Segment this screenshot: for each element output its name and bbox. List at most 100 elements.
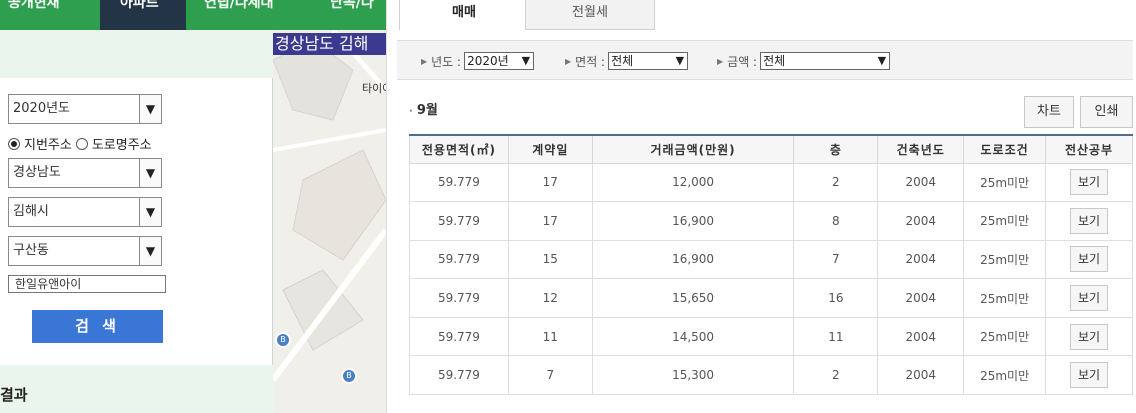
table-cell: 17 [507,162,593,203]
filter-area-select[interactable]: 전체 ▼ [608,52,689,70]
table-cell: 보기 [1045,355,1133,396]
bus-stop-icon[interactable]: B [341,368,357,384]
triangle-bullet-icon: ▶ [717,56,724,66]
table-header-row: 전용면적(㎡) 계약일 거래금액(만원) 층 건축년도 도로조건 전산공부 [409,134,1133,164]
table-cell: 59.779 [409,239,509,280]
table-cell: 25m미만 [963,239,1047,280]
view-registry-button[interactable]: 보기 [1070,169,1109,196]
bullet-icon: · [409,106,413,117]
table-cell: 보기 [1045,239,1133,280]
col-header-contract-day: 계약일 [507,134,593,164]
table-cell: 16,900 [591,239,795,280]
table-row: 59.779 17 16,900 8 2004 25m미만 보기 [409,201,1133,241]
radio-jibun-label: 지번주소 [24,138,72,153]
table-cell: 59.779 [409,355,509,396]
chevron-down-icon: ▼ [139,95,161,123]
table-cell: 8 [793,201,879,241]
view-registry-button[interactable]: 보기 [1070,323,1109,350]
table-cell: 15,650 [591,278,795,318]
table-cell: 2 [793,355,879,396]
app-root: 공개현재 아파트 연립/다세대 단독/다 2020년도 ▼ 지번주소 도로명주소… [0,0,1136,413]
radio-road-label: 도로명주소 [91,138,152,153]
radio-road[interactable] [75,137,88,150]
table-cell: 25m미만 [963,316,1047,357]
table-cell: 59.779 [409,316,509,357]
view-registry-button[interactable]: 보기 [1070,246,1109,273]
filter-year-select[interactable]: 2020년 ▼ [464,52,535,70]
print-button[interactable]: 인쇄 [1080,96,1133,128]
dong-select[interactable]: 구산동 ▼ [8,236,162,266]
col-header-registry: 전산공부 [1045,134,1133,164]
table-cell: 25m미만 [963,355,1047,396]
dong-select-value: 구산동 [13,243,49,258]
view-registry-button[interactable]: 보기 [1070,207,1109,234]
table-cell: 7 [507,355,593,396]
table-cell: 25m미만 [963,201,1047,241]
table-row: 59.779 17 12,000 2 2004 25m미만 보기 [409,162,1133,203]
nav-tab-villa[interactable]: 연립/다세대 [204,0,304,30]
search-button[interactable]: 검 색 [32,310,163,343]
chevron-down-icon: ▼ [675,54,685,67]
nav-tab-apartment[interactable]: 아파트 [100,0,186,30]
tab-sale[interactable]: 매매 [399,0,529,30]
year-select-value: 2020년도 [13,101,71,116]
table-cell: 2004 [877,162,965,203]
chevron-down-icon: ▼ [521,54,531,67]
radio-jibun[interactable] [8,137,20,150]
filter-price-select[interactable]: 전체 ▼ [760,52,891,70]
table-cell: 2004 [877,355,965,396]
col-header-price: 거래금액(만원) [591,134,795,164]
tab-rent[interactable]: 전월세 [525,0,655,30]
table-cell: 25m미만 [963,162,1047,203]
view-registry-button[interactable]: 보기 [1070,362,1109,389]
filter-year-label: 년도 : [431,54,462,69]
chart-button[interactable]: 차트 [1024,96,1074,128]
transaction-table: 전용면적(㎡) 계약일 거래금액(만원) 층 건축년도 도로조건 전산공부 59… [409,134,1133,396]
top-nav: 공개현재 아파트 연립/다세대 단독/다 [0,0,386,30]
month-label: 9월 [416,103,438,118]
month-heading: · 9월 [409,99,438,118]
table-cell: 59.779 [409,201,509,241]
results-heading: 결과 [0,386,28,404]
table-row: 59.779 7 15,300 2 2004 25m미만 보기 [409,355,1133,396]
bus-stop-icon[interactable]: B [275,332,291,348]
table-cell: 59.779 [409,278,509,318]
address-type-radios: 지번주소 도로명주소 [8,134,152,153]
filter-bar: ▶ 년도 : 2020년 ▼ ▶ 면적 : 전체 ▼ ▶ 금액 : 전체 ▼ [397,40,1133,80]
year-select[interactable]: 2020년도 ▼ [8,94,162,124]
table-cell: 16,900 [591,201,795,241]
search-panel: 2020년도 ▼ 지번주소 도로명주소 경상남도 ▼ 김해시 ▼ 구산동 ▼ 한… [0,30,273,413]
table-cell: 2 [793,162,879,203]
filter-area-label: 면적 : [575,54,606,69]
table-cell: 12 [507,278,593,318]
filter-price-value: 전체 [763,54,786,68]
table-row: 59.779 11 14,500 11 2004 25m미만 보기 [409,316,1133,357]
table-cell: 보기 [1045,278,1133,318]
table-cell: 보기 [1045,316,1133,357]
table-cell: 59.779 [409,162,509,203]
table-cell: 12,000 [591,162,795,203]
table-cell: 2004 [877,239,965,280]
apartment-name-input[interactable]: 한일유앤아이 [8,275,166,293]
table-cell: 보기 [1045,162,1133,203]
table-cell: 7 [793,239,879,280]
col-header-floor: 층 [793,134,879,164]
col-header-road: 도로조건 [963,134,1047,164]
city-select-value: 김해시 [13,204,49,219]
triangle-bullet-icon: ▶ [565,56,572,66]
filter-price: ▶ 금액 : 전체 ▼ [717,52,891,70]
table-cell: 25m미만 [963,278,1047,318]
results-band [0,365,273,413]
table-cell: 2004 [877,201,965,241]
col-header-area: 전용면적(㎡) [409,134,509,164]
table-row: 59.779 15 16,900 7 2004 25m미만 보기 [409,239,1133,280]
city-select[interactable]: 김해시 ▼ [8,197,162,227]
filter-area-value: 전체 [611,54,634,68]
main-content: 매매 전월세 ▶ 년도 : 2020년 ▼ ▶ 면적 : 전체 ▼ ▶ 금액:… [386,0,1136,413]
nav-tab-public[interactable]: 공개현재 [8,0,90,30]
table-row: 59.779 12 15,650 16 2004 25m미만 보기 [409,278,1133,318]
nav-tab-house[interactable]: 단독/다 [330,0,386,30]
table-cell: 17 [507,201,593,241]
view-registry-button[interactable]: 보기 [1070,285,1109,312]
province-select[interactable]: 경상남도 ▼ [8,158,162,188]
